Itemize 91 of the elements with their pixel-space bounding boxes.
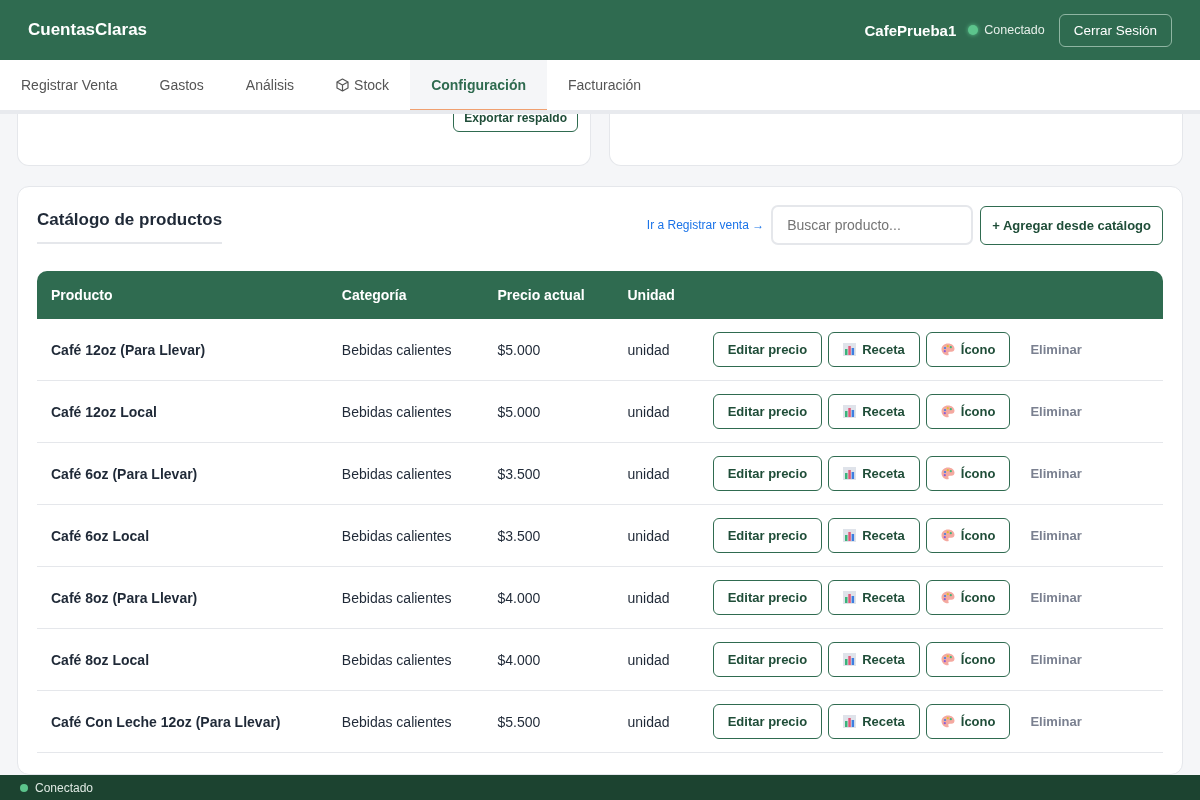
edit-price-button[interactable]: Editar precio: [712, 332, 823, 367]
delete-button[interactable]: Eliminar: [1016, 643, 1096, 676]
logout-button[interactable]: Cerrar Sesión: [1058, 13, 1172, 47]
nav-tab[interactable]: Stock: [315, 60, 411, 110]
recipe-button[interactable]: Receta: [828, 704, 920, 739]
icon-button[interactable]: Ícono: [925, 704, 1011, 739]
connection-status: Conectado: [35, 780, 94, 795]
palette-icon: [940, 343, 955, 356]
icon-button[interactable]: Ícono: [925, 518, 1011, 553]
nav-tab[interactable]: Análisis: [224, 60, 316, 110]
search-field[interactable]: Buscar producto...: [771, 205, 974, 245]
recipe-button[interactable]: Receta: [828, 580, 920, 615]
nav-tab[interactable]: Facturación: [547, 60, 663, 110]
price-cell: $5.000: [483, 380, 614, 443]
palette-icon: [940, 653, 955, 666]
column-header: Producto: [37, 271, 328, 319]
export-backup-button[interactable]: Exportar respaldo: [453, 114, 578, 132]
price-cell: $5.000: [483, 319, 614, 381]
icon-button[interactable]: Ícono: [925, 456, 1011, 491]
unit-cell: unidad: [613, 566, 699, 629]
category-cell: Bebidas calientes: [327, 442, 484, 505]
category-cell: Bebidas calientes: [327, 566, 484, 629]
category-cell: Bebidas calientes: [327, 628, 484, 691]
column-header: Categoría: [327, 271, 484, 319]
register-sale-link[interactable]: Ir a Registrar venta →: [646, 218, 765, 232]
icon-button[interactable]: Ícono: [925, 332, 1011, 367]
palette-icon: [940, 591, 955, 604]
product-name: Café 12oz (Para Llevar): [37, 319, 328, 381]
product-name: Café Con Leche 12oz (Para Llevar): [37, 690, 328, 753]
price-cell: $3.500: [483, 442, 614, 505]
recipe-button[interactable]: Receta: [828, 332, 920, 367]
brand-title: CuentasClaras: [28, 20, 149, 40]
connection-status: Conectado: [984, 23, 1045, 37]
nav-tab[interactable]: Gastos: [138, 60, 225, 110]
column-header: Unidad: [613, 271, 699, 319]
category-cell: Bebidas calientes: [327, 319, 484, 381]
icon-button[interactable]: Ícono: [925, 642, 1011, 677]
delete-button[interactable]: Eliminar: [1016, 581, 1096, 614]
unit-cell: unidad: [613, 628, 699, 691]
nav-tab[interactable]: Registrar Venta: [0, 60, 139, 110]
category-cell: Bebidas calientes: [327, 504, 484, 567]
recipe-button[interactable]: Receta: [828, 642, 920, 677]
edit-price-button[interactable]: Editar precio: [712, 580, 823, 615]
price-cell: $3.500: [483, 504, 614, 567]
bar-chart-icon: [843, 653, 857, 666]
edit-price-button[interactable]: Editar precio: [712, 704, 823, 739]
product-name: Café 6oz Local: [37, 504, 328, 567]
bar-chart-icon: [843, 529, 857, 542]
palette-icon: [940, 529, 955, 542]
bar-chart-icon: [843, 405, 857, 418]
bar-chart-icon: [843, 467, 857, 480]
recipe-button[interactable]: Receta: [828, 394, 920, 429]
delete-button[interactable]: Eliminar: [1016, 705, 1096, 738]
product-name: Café 6oz (Para Llevar): [37, 442, 328, 505]
add-from-catalog-button[interactable]: + Agregar desde catálogo: [980, 205, 1163, 245]
edit-price-button[interactable]: Editar precio: [712, 642, 823, 677]
palette-icon: [940, 467, 955, 480]
delete-button[interactable]: Eliminar: [1016, 457, 1096, 490]
category-cell: Bebidas calientes: [327, 380, 484, 443]
bar-chart-icon: [843, 715, 857, 728]
delete-button[interactable]: Eliminar: [1016, 519, 1096, 552]
section-title: Catálogo de productos: [37, 206, 223, 244]
bar-chart-icon: [843, 591, 857, 604]
delete-button[interactable]: Eliminar: [1016, 333, 1096, 366]
user-name: CafePrueba1: [864, 21, 957, 39]
box-icon: [336, 77, 350, 92]
palette-icon: [940, 405, 955, 418]
icon-button[interactable]: Ícono: [925, 394, 1011, 429]
product-name: Café 8oz Local: [37, 628, 328, 691]
unit-cell: unidad: [613, 380, 699, 443]
unit-cell: unidad: [613, 319, 699, 381]
product-name: Café 8oz (Para Llevar): [37, 566, 328, 629]
unit-cell: unidad: [613, 442, 699, 505]
delete-button[interactable]: Eliminar: [1016, 395, 1096, 428]
product-name: Café 12oz Local: [37, 380, 328, 443]
nav-tab[interactable]: Configuración: [410, 60, 547, 110]
recipe-button[interactable]: Receta: [828, 518, 920, 553]
price-cell: $5.500: [483, 690, 614, 753]
palette-icon: [940, 715, 955, 728]
price-cell: $4.000: [483, 628, 614, 691]
unit-cell: unidad: [613, 690, 699, 753]
column-header: Precio actual: [483, 271, 614, 319]
bar-chart-icon: [843, 343, 857, 356]
edit-price-button[interactable]: Editar precio: [712, 518, 823, 553]
recipe-button[interactable]: Receta: [828, 456, 920, 491]
edit-price-button[interactable]: Editar precio: [712, 394, 823, 429]
edit-price-button[interactable]: Editar precio: [712, 456, 823, 491]
icon-button[interactable]: Ícono: [925, 580, 1011, 615]
price-cell: $4.000: [483, 566, 614, 629]
category-cell: Bebidas calientes: [327, 690, 484, 753]
unit-cell: unidad: [613, 504, 699, 567]
